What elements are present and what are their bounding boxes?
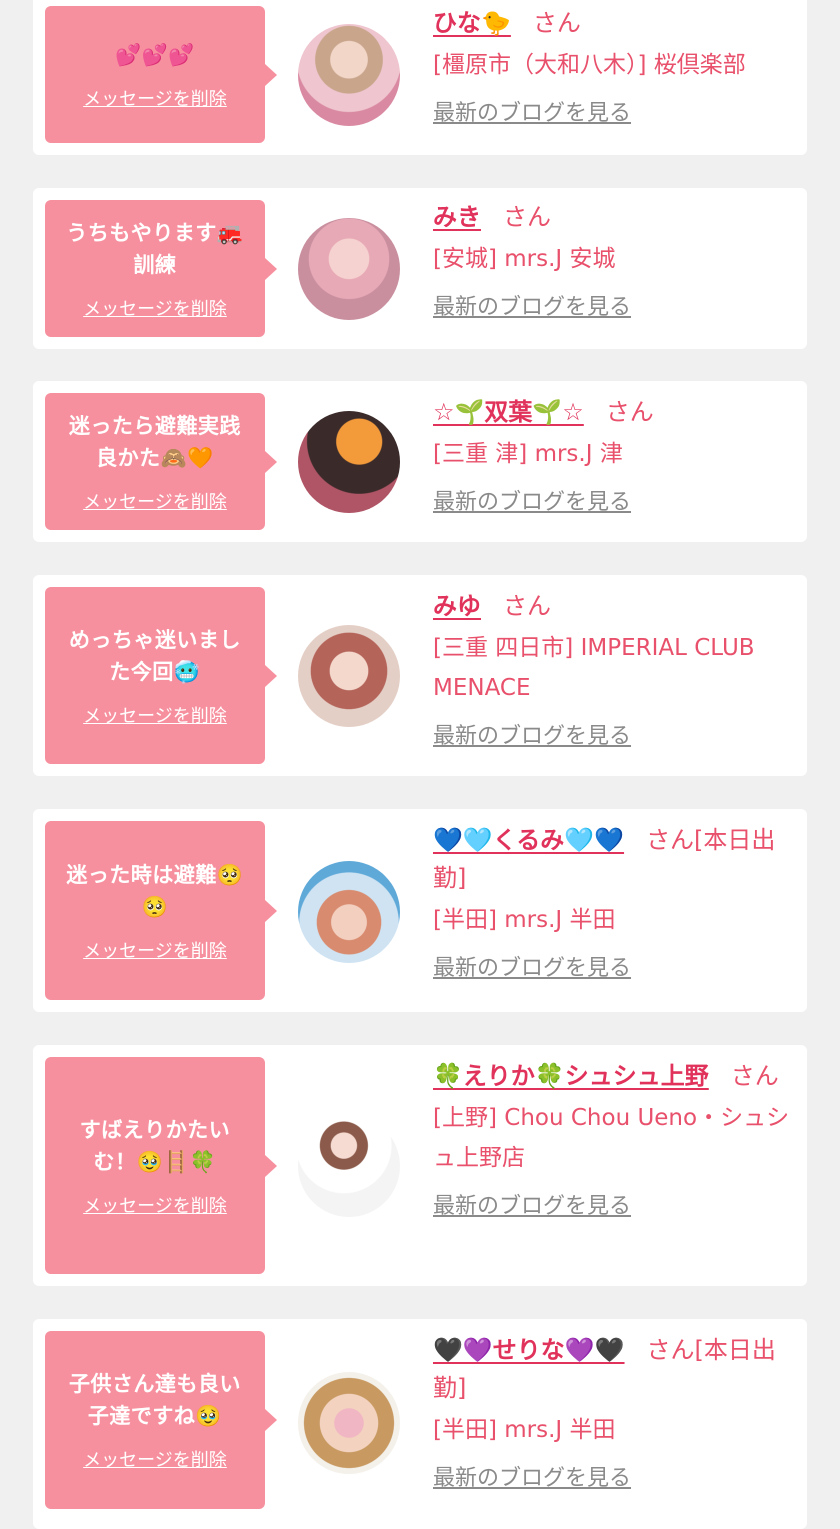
message-text: 子供さん達も良い 子達ですね🥹 bbox=[69, 1372, 241, 1428]
avatar[interactable] bbox=[298, 218, 400, 320]
shop-name: [三重 四日市] IMPERIAL CLUB MENACE bbox=[433, 635, 755, 701]
delete-message-link[interactable]: メッセージを削除 bbox=[83, 85, 227, 111]
sender-name-line: みゆ さん bbox=[433, 587, 798, 625]
message-bubble: うちもやります🚒 訓練 メッセージを削除 bbox=[45, 200, 277, 337]
shop-name: [橿原市（大和八木）] 桜倶楽部 bbox=[433, 52, 746, 78]
message-card: すばえりかたい む！🥹🪜🍀 メッセージを削除 🍀えりか🍀シュシュ上野 さん [上野… bbox=[33, 1045, 807, 1286]
shop-name: [安城] mrs.J 安城 bbox=[433, 246, 616, 272]
message-card: 迷ったら避難実践 良かた🙈🧡 メッセージを削除 ☆🌱双葉🌱☆ さん [三重 津] … bbox=[33, 381, 807, 542]
shop-name: [三重 津] mrs.J 津 bbox=[433, 441, 623, 467]
sender-name-line: 💙🩵くるみ🩵💙 さん[本日出勤] bbox=[433, 821, 798, 897]
honorific: さん bbox=[503, 203, 551, 231]
sender-name-link[interactable]: 🍀えりか🍀シュシュ上野 bbox=[433, 1062, 709, 1090]
message-card: 子供さん達も良い 子達ですね🥹 メッセージを削除 🖤💜せりな💜🖤 さん[本日出勤]… bbox=[33, 1319, 807, 1529]
delete-message-link[interactable]: メッセージを削除 bbox=[83, 702, 227, 728]
sender-info: ひな🐤 さん [橿原市（大和八木）] 桜倶楽部 最新のブログを見る bbox=[433, 4, 798, 127]
sender-name-line: ☆🌱双葉🌱☆ さん bbox=[433, 393, 798, 431]
shop-name: [上野] Chou Chou Ueno・シュシュ上野店 bbox=[433, 1105, 790, 1171]
message-bubble: 迷った時は避難🥺 🥺 メッセージを削除 bbox=[45, 821, 277, 1000]
delete-message-link[interactable]: メッセージを削除 bbox=[83, 1192, 227, 1218]
message-card: 💕💕💕 メッセージを削除 ひな🐤 さん [橿原市（大和八木）] 桜倶楽部 最新のブ… bbox=[33, 0, 807, 155]
sender-info: ☆🌱双葉🌱☆ さん [三重 津] mrs.J 津 最新のブログを見る bbox=[433, 393, 798, 516]
message-bubble: 💕💕💕 メッセージを削除 bbox=[45, 6, 277, 143]
delete-message-link[interactable]: メッセージを削除 bbox=[83, 488, 227, 514]
sender-info: 🖤💜せりな💜🖤 さん[本日出勤] [半田] mrs.J 半田 最新のブログを見る bbox=[433, 1331, 798, 1492]
sender-name-line: みき さん bbox=[433, 198, 798, 236]
message-text: すばえりかたい む！🥹🪜🍀 bbox=[79, 1117, 231, 1174]
view-blog-link[interactable]: 最新のブログを見る bbox=[433, 289, 631, 321]
message-bubble: すばえりかたい む！🥹🪜🍀 メッセージを削除 bbox=[45, 1057, 277, 1274]
view-blog-link[interactable]: 最新のブログを見る bbox=[433, 1460, 631, 1492]
sender-info: 🍀えりか🍀シュシュ上野 さん [上野] Chou Chou Ueno・シュシュ上野… bbox=[433, 1057, 798, 1220]
view-blog-link[interactable]: 最新のブログを見る bbox=[433, 484, 631, 516]
sender-name-link[interactable]: みき bbox=[433, 203, 481, 231]
sender-info: みゆ さん [三重 四日市] IMPERIAL CLUB MENACE 最新のブロ… bbox=[433, 587, 798, 750]
sender-info: 💙🩵くるみ🩵💙 さん[本日出勤] [半田] mrs.J 半田 最新のブログを見る bbox=[433, 821, 798, 982]
message-card: 迷った時は避難🥺 🥺 メッセージを削除 💙🩵くるみ🩵💙 さん[本日出勤] [半田]… bbox=[33, 809, 807, 1012]
view-blog-link[interactable]: 最新のブログを見る bbox=[433, 1188, 631, 1220]
shop-name: [半田] mrs.J 半田 bbox=[433, 907, 616, 933]
avatar[interactable] bbox=[298, 861, 400, 963]
message-text: めっちゃ迷いまし た今回🥶 bbox=[69, 627, 241, 684]
sender-name-line: 🍀えりか🍀シュシュ上野 さん bbox=[433, 1057, 798, 1095]
view-blog-link[interactable]: 最新のブログを見る bbox=[433, 718, 631, 750]
message-card: うちもやります🚒 訓練 メッセージを削除 みき さん [安城] mrs.J 安城 … bbox=[33, 188, 807, 349]
message-text: 迷ったら避難実践 良かた🙈🧡 bbox=[69, 413, 241, 470]
delete-message-link[interactable]: メッセージを削除 bbox=[83, 295, 227, 321]
avatar[interactable] bbox=[298, 1115, 400, 1217]
delete-message-link[interactable]: メッセージを削除 bbox=[83, 1446, 227, 1472]
sender-name-link[interactable]: ☆🌱双葉🌱☆ bbox=[433, 398, 584, 426]
delete-message-link[interactable]: メッセージを削除 bbox=[83, 937, 227, 963]
view-blog-link[interactable]: 最新のブログを見る bbox=[433, 950, 631, 982]
message-bubble: 迷ったら避難実践 良かた🙈🧡 メッセージを削除 bbox=[45, 393, 277, 530]
honorific: さん bbox=[605, 398, 654, 426]
message-bubble: 子供さん達も良い 子達ですね🥹 メッセージを削除 bbox=[45, 1331, 277, 1509]
sender-name-line: ひな🐤 さん bbox=[433, 4, 798, 42]
avatar[interactable] bbox=[298, 1372, 400, 1474]
sender-name-link[interactable]: 💙🩵くるみ🩵💙 bbox=[433, 826, 624, 854]
sender-name-link[interactable]: 🖤💜せりな💜🖤 bbox=[433, 1336, 625, 1364]
sender-name-line: 🖤💜せりな💜🖤 さん[本日出勤] bbox=[433, 1331, 798, 1407]
avatar[interactable] bbox=[298, 24, 400, 126]
honorific: さん bbox=[503, 592, 551, 620]
honorific: さん bbox=[532, 9, 581, 37]
message-bubble: めっちゃ迷いまし た今回🥶 メッセージを削除 bbox=[45, 587, 277, 764]
message-text: うちもやります🚒 訓練 bbox=[66, 220, 244, 277]
view-blog-link[interactable]: 最新のブログを見る bbox=[433, 95, 631, 127]
sender-name-link[interactable]: ひな🐤 bbox=[433, 9, 511, 37]
sender-info: みき さん [安城] mrs.J 安城 最新のブログを見る bbox=[433, 198, 798, 321]
message-text: 💕💕💕 bbox=[115, 42, 195, 67]
avatar[interactable] bbox=[298, 625, 400, 727]
sender-name-link[interactable]: みゆ bbox=[433, 592, 481, 620]
shop-name: [半田] mrs.J 半田 bbox=[433, 1417, 616, 1443]
honorific: さん bbox=[730, 1062, 779, 1090]
avatar[interactable] bbox=[298, 411, 400, 513]
message-text: 迷った時は避難🥺 🥺 bbox=[66, 862, 244, 919]
message-card: めっちゃ迷いまし た今回🥶 メッセージを削除 みゆ さん [三重 四日市] IMP… bbox=[33, 575, 807, 776]
